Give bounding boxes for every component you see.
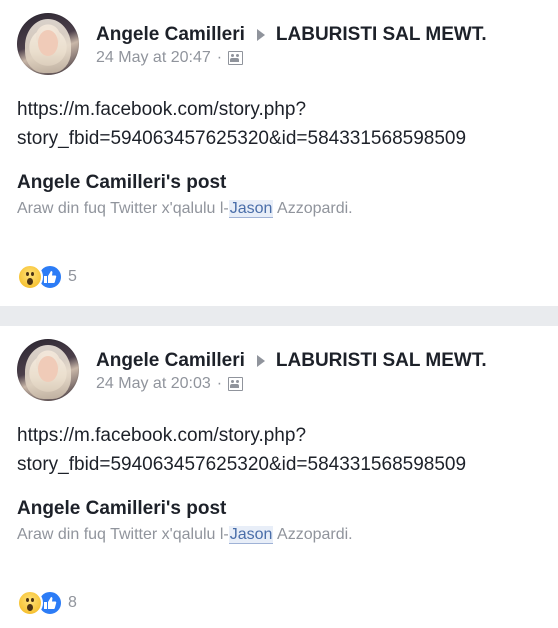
post-card: Angele Camilleri LABURISTI SAL MEWT. 24 …: [0, 0, 558, 306]
reaction-count[interactable]: 5: [68, 268, 77, 286]
meta-separator: ·: [216, 375, 223, 392]
post-header: Angele Camilleri LABURISTI SAL MEWT.: [96, 24, 487, 46]
reactions-bar[interactable]: 5: [17, 264, 77, 290]
shared-text-highlight: Jason: [228, 526, 274, 544]
post-link-line-1[interactable]: https://m.facebook.com/story.php?: [17, 99, 306, 121]
shared-post-title[interactable]: Angele Camilleri's post: [17, 172, 226, 194]
shared-post-title[interactable]: Angele Camilleri's post: [17, 498, 226, 520]
post-meta: 24 May at 20:47 ·: [96, 49, 244, 67]
post-link-line-2[interactable]: story_fbid=594063457625320&id=5843315685…: [17, 454, 466, 476]
triangle-right-icon: [256, 29, 265, 41]
shared-text-before: Araw din fuq Twitter x'qalulu l-: [17, 526, 229, 543]
post-link-line-1[interactable]: https://m.facebook.com/story.php?: [17, 425, 306, 447]
timestamp[interactable]: 24 May at 20:03: [96, 375, 211, 393]
meta-separator: ·: [216, 49, 223, 66]
post-link-line-2[interactable]: story_fbid=594063457625320&id=5843315685…: [17, 128, 466, 150]
shared-post-text: Araw din fuq Twitter x'qalulu l-Jason Az…: [17, 200, 353, 218]
avatar[interactable]: [17, 339, 79, 401]
group-name[interactable]: LABURISTI SAL MEWT.: [276, 24, 487, 46]
avatar[interactable]: [17, 13, 79, 75]
post-header: Angele Camilleri LABURISTI SAL MEWT.: [96, 350, 487, 372]
timestamp[interactable]: 24 May at 20:47: [96, 49, 211, 67]
feed: Angele Camilleri LABURISTI SAL MEWT. 24 …: [0, 0, 558, 628]
group-name[interactable]: LABURISTI SAL MEWT.: [276, 350, 487, 372]
wow-reaction-icon: [17, 264, 43, 290]
triangle-right-icon: [256, 355, 265, 367]
shared-post-text: Araw din fuq Twitter x'qalulu l-Jason Az…: [17, 526, 353, 544]
post-meta: 24 May at 20:03 ·: [96, 375, 244, 393]
reactions-bar[interactable]: 8: [17, 590, 77, 616]
shared-text-highlight: Jason: [228, 200, 274, 218]
group-members-icon[interactable]: [228, 51, 244, 65]
shared-text-after: Azzopardi.: [273, 526, 353, 543]
post-divider: [0, 306, 558, 326]
avatar-face: [38, 30, 58, 56]
shared-text-after: Azzopardi.: [273, 200, 353, 217]
author-name[interactable]: Angele Camilleri: [96, 24, 245, 46]
post-card: Angele Camilleri LABURISTI SAL MEWT. 24 …: [0, 326, 558, 628]
reaction-count[interactable]: 8: [68, 594, 77, 612]
avatar-face: [38, 356, 58, 382]
shared-text-before: Araw din fuq Twitter x'qalulu l-: [17, 200, 229, 217]
author-name[interactable]: Angele Camilleri: [96, 350, 245, 372]
group-members-icon[interactable]: [228, 377, 244, 391]
wow-reaction-icon: [17, 590, 43, 616]
